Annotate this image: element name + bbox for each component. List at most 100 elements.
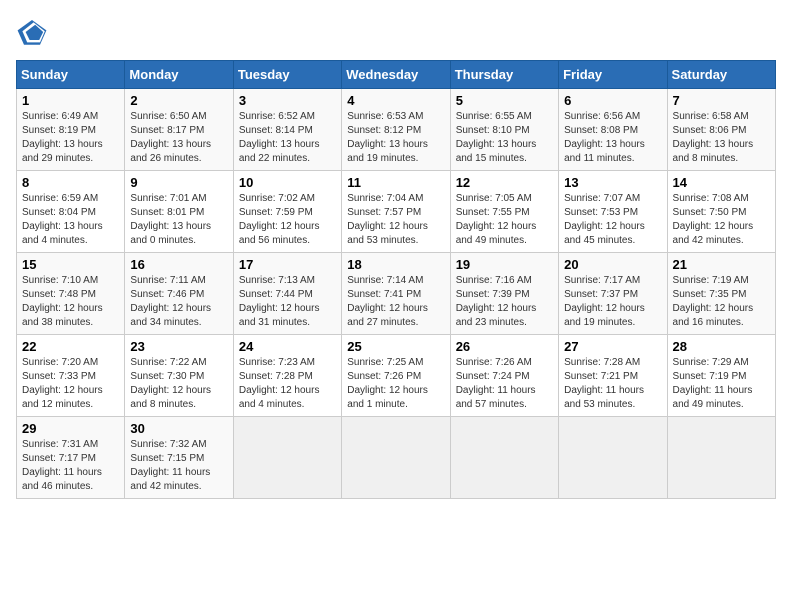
day-info: Sunrise: 7:29 AMSunset: 7:19 PMDaylight:…: [673, 356, 770, 412]
day-cell: 10 Sunrise: 7:02 AMSunset: 7:59 PMDaylig…: [233, 171, 341, 253]
day-cell: 30 Sunrise: 7:32 AMSunset: 7:15 PMDaylig…: [125, 417, 233, 499]
day-cell: 22 Sunrise: 7:20 AMSunset: 7:33 PMDaylig…: [17, 335, 125, 417]
day-cell: [450, 417, 558, 499]
day-info: Sunrise: 6:49 AMSunset: 8:19 PMDaylight:…: [22, 110, 119, 166]
day-number: 12: [456, 175, 553, 190]
day-info: Sunrise: 7:13 AMSunset: 7:44 PMDaylight:…: [239, 274, 336, 330]
col-friday: Friday: [559, 61, 667, 89]
day-cell: 29 Sunrise: 7:31 AMSunset: 7:17 PMDaylig…: [17, 417, 125, 499]
logo-icon: [16, 16, 48, 48]
day-number: 8: [22, 175, 119, 190]
day-number: 3: [239, 93, 336, 108]
day-number: 17: [239, 257, 336, 272]
calendar-body: 1 Sunrise: 6:49 AMSunset: 8:19 PMDayligh…: [17, 89, 776, 499]
day-number: 21: [673, 257, 770, 272]
day-info: Sunrise: 7:01 AMSunset: 8:01 PMDaylight:…: [130, 192, 227, 248]
day-info: Sunrise: 6:50 AMSunset: 8:17 PMDaylight:…: [130, 110, 227, 166]
day-number: 28: [673, 339, 770, 354]
day-cell: 13 Sunrise: 7:07 AMSunset: 7:53 PMDaylig…: [559, 171, 667, 253]
day-cell: 9 Sunrise: 7:01 AMSunset: 8:01 PMDayligh…: [125, 171, 233, 253]
day-number: 13: [564, 175, 661, 190]
day-cell: 3 Sunrise: 6:52 AMSunset: 8:14 PMDayligh…: [233, 89, 341, 171]
day-cell: 19 Sunrise: 7:16 AMSunset: 7:39 PMDaylig…: [450, 253, 558, 335]
day-info: Sunrise: 7:28 AMSunset: 7:21 PMDaylight:…: [564, 356, 661, 412]
day-cell: 18 Sunrise: 7:14 AMSunset: 7:41 PMDaylig…: [342, 253, 450, 335]
day-info: Sunrise: 7:22 AMSunset: 7:30 PMDaylight:…: [130, 356, 227, 412]
day-cell: 15 Sunrise: 7:10 AMSunset: 7:48 PMDaylig…: [17, 253, 125, 335]
day-cell: 11 Sunrise: 7:04 AMSunset: 7:57 PMDaylig…: [342, 171, 450, 253]
day-cell: 16 Sunrise: 7:11 AMSunset: 7:46 PMDaylig…: [125, 253, 233, 335]
day-number: 24: [239, 339, 336, 354]
day-cell: [559, 417, 667, 499]
day-info: Sunrise: 6:59 AMSunset: 8:04 PMDaylight:…: [22, 192, 119, 248]
week-row-5: 29 Sunrise: 7:31 AMSunset: 7:17 PMDaylig…: [17, 417, 776, 499]
day-info: Sunrise: 7:07 AMSunset: 7:53 PMDaylight:…: [564, 192, 661, 248]
day-info: Sunrise: 6:58 AMSunset: 8:06 PMDaylight:…: [673, 110, 770, 166]
day-cell: 4 Sunrise: 6:53 AMSunset: 8:12 PMDayligh…: [342, 89, 450, 171]
day-cell: [667, 417, 775, 499]
day-number: 30: [130, 421, 227, 436]
day-info: Sunrise: 6:56 AMSunset: 8:08 PMDaylight:…: [564, 110, 661, 166]
day-info: Sunrise: 7:26 AMSunset: 7:24 PMDaylight:…: [456, 356, 553, 412]
day-number: 14: [673, 175, 770, 190]
day-info: Sunrise: 7:17 AMSunset: 7:37 PMDaylight:…: [564, 274, 661, 330]
day-number: 29: [22, 421, 119, 436]
day-cell: 7 Sunrise: 6:58 AMSunset: 8:06 PMDayligh…: [667, 89, 775, 171]
day-number: 11: [347, 175, 444, 190]
day-cell: 21 Sunrise: 7:19 AMSunset: 7:35 PMDaylig…: [667, 253, 775, 335]
col-thursday: Thursday: [450, 61, 558, 89]
day-info: Sunrise: 7:16 AMSunset: 7:39 PMDaylight:…: [456, 274, 553, 330]
page-header: [16, 16, 776, 48]
col-tuesday: Tuesday: [233, 61, 341, 89]
day-number: 5: [456, 93, 553, 108]
day-info: Sunrise: 7:08 AMSunset: 7:50 PMDaylight:…: [673, 192, 770, 248]
col-monday: Monday: [125, 61, 233, 89]
week-row-2: 8 Sunrise: 6:59 AMSunset: 8:04 PMDayligh…: [17, 171, 776, 253]
calendar-table: Sunday Monday Tuesday Wednesday Thursday…: [16, 60, 776, 499]
week-row-4: 22 Sunrise: 7:20 AMSunset: 7:33 PMDaylig…: [17, 335, 776, 417]
day-cell: 20 Sunrise: 7:17 AMSunset: 7:37 PMDaylig…: [559, 253, 667, 335]
day-cell: 27 Sunrise: 7:28 AMSunset: 7:21 PMDaylig…: [559, 335, 667, 417]
day-number: 23: [130, 339, 227, 354]
day-info: Sunrise: 7:02 AMSunset: 7:59 PMDaylight:…: [239, 192, 336, 248]
day-number: 19: [456, 257, 553, 272]
day-info: Sunrise: 7:23 AMSunset: 7:28 PMDaylight:…: [239, 356, 336, 412]
day-cell: 6 Sunrise: 6:56 AMSunset: 8:08 PMDayligh…: [559, 89, 667, 171]
day-number: 22: [22, 339, 119, 354]
day-number: 1: [22, 93, 119, 108]
day-cell: 23 Sunrise: 7:22 AMSunset: 7:30 PMDaylig…: [125, 335, 233, 417]
day-number: 4: [347, 93, 444, 108]
day-cell: 24 Sunrise: 7:23 AMSunset: 7:28 PMDaylig…: [233, 335, 341, 417]
col-wednesday: Wednesday: [342, 61, 450, 89]
day-info: Sunrise: 7:11 AMSunset: 7:46 PMDaylight:…: [130, 274, 227, 330]
day-number: 27: [564, 339, 661, 354]
day-cell: 25 Sunrise: 7:25 AMSunset: 7:26 PMDaylig…: [342, 335, 450, 417]
header-row: Sunday Monday Tuesday Wednesday Thursday…: [17, 61, 776, 89]
day-cell: 8 Sunrise: 6:59 AMSunset: 8:04 PMDayligh…: [17, 171, 125, 253]
day-cell: [233, 417, 341, 499]
day-info: Sunrise: 7:04 AMSunset: 7:57 PMDaylight:…: [347, 192, 444, 248]
day-info: Sunrise: 7:31 AMSunset: 7:17 PMDaylight:…: [22, 438, 119, 494]
week-row-3: 15 Sunrise: 7:10 AMSunset: 7:48 PMDaylig…: [17, 253, 776, 335]
day-info: Sunrise: 6:52 AMSunset: 8:14 PMDaylight:…: [239, 110, 336, 166]
day-number: 9: [130, 175, 227, 190]
col-sunday: Sunday: [17, 61, 125, 89]
day-number: 26: [456, 339, 553, 354]
logo: [16, 16, 54, 48]
day-number: 18: [347, 257, 444, 272]
day-cell: 26 Sunrise: 7:26 AMSunset: 7:24 PMDaylig…: [450, 335, 558, 417]
col-saturday: Saturday: [667, 61, 775, 89]
day-number: 6: [564, 93, 661, 108]
day-cell: 17 Sunrise: 7:13 AMSunset: 7:44 PMDaylig…: [233, 253, 341, 335]
day-info: Sunrise: 7:20 AMSunset: 7:33 PMDaylight:…: [22, 356, 119, 412]
day-number: 10: [239, 175, 336, 190]
day-cell: [342, 417, 450, 499]
day-info: Sunrise: 7:10 AMSunset: 7:48 PMDaylight:…: [22, 274, 119, 330]
day-number: 20: [564, 257, 661, 272]
day-number: 16: [130, 257, 227, 272]
day-cell: 5 Sunrise: 6:55 AMSunset: 8:10 PMDayligh…: [450, 89, 558, 171]
day-number: 15: [22, 257, 119, 272]
day-cell: 1 Sunrise: 6:49 AMSunset: 8:19 PMDayligh…: [17, 89, 125, 171]
day-number: 7: [673, 93, 770, 108]
day-info: Sunrise: 7:25 AMSunset: 7:26 PMDaylight:…: [347, 356, 444, 412]
